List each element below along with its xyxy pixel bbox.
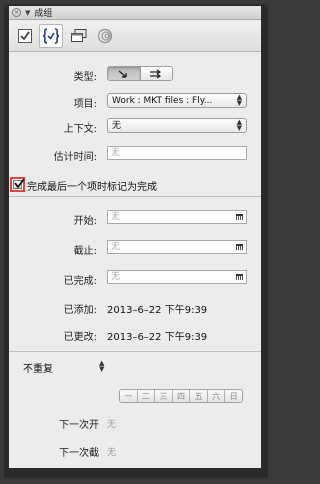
start-date-placeholder: 无: [111, 212, 121, 222]
weekday-wed[interactable]: 三: [154, 390, 172, 402]
spiral-tab[interactable]: [93, 24, 117, 48]
weekday-segmented-control[interactable]: 一 二 三 四 五 六 日: [119, 389, 243, 403]
next-due-value: 无: [107, 448, 117, 458]
completed-label: 已完成:: [63, 276, 97, 287]
calendar-icon[interactable]: [236, 274, 243, 280]
due-date-field[interactable]: 无: [107, 240, 247, 254]
next-start-value: 无: [107, 420, 117, 430]
inspector-toolbar: [9, 21, 261, 52]
checkbox-tab[interactable]: [13, 24, 37, 48]
disclosure-triangle-icon[interactable]: ▼: [25, 9, 30, 17]
modified-label: 已更改:: [63, 332, 97, 343]
sequential-arrows-icon: [118, 69, 127, 78]
due-date-placeholder: 无: [111, 242, 121, 252]
calendar-icon[interactable]: [236, 244, 243, 250]
weekday-sat[interactable]: 六: [206, 390, 225, 402]
project-value: Work : MKT files : Fly...: [112, 96, 213, 106]
weekday-mon[interactable]: 一: [120, 390, 137, 402]
completed-date-field[interactable]: 无: [107, 270, 247, 284]
start-label: 开始:: [73, 216, 97, 227]
completed-date-placeholder: 无: [111, 272, 121, 282]
context-label: 上下文:: [63, 124, 97, 135]
parallel-arrows-icon: [150, 69, 162, 78]
weekday-thu[interactable]: 四: [171, 390, 190, 402]
calendar-icon[interactable]: [236, 214, 243, 220]
added-value: 2013–6–22 下午9:39: [107, 305, 208, 316]
weekday-tue[interactable]: 二: [136, 390, 155, 402]
type-sequential-option[interactable]: [108, 67, 140, 80]
inspector-panel: × ▼ 成组 类型: 项目: Work: MKT files: Fly...…: [9, 6, 261, 468]
due-label: 截止:: [73, 246, 97, 257]
start-date-field[interactable]: 无: [107, 210, 247, 224]
title-bar: × ▼ 成组: [9, 6, 261, 20]
windows-tab[interactable]: [67, 24, 91, 48]
added-label: 已添加:: [63, 305, 97, 316]
close-icon[interactable]: ×: [12, 8, 21, 17]
complete-checkbox[interactable]: [13, 178, 25, 189]
next-due-label: 下一次截: [59, 448, 99, 459]
section-divider: [9, 196, 261, 197]
popup-arrows-icon: ▲ ▼: [99, 359, 105, 373]
repeat-value: 不重复: [23, 364, 53, 375]
type-segmented-control[interactable]: [107, 66, 173, 81]
complete-checkbox-label[interactable]: 完成最后一个项时标记为完成: [27, 178, 157, 193]
weekday-sun[interactable]: 日: [224, 390, 242, 402]
type-parallel-option[interactable]: [139, 67, 172, 80]
stacked-windows-icon: [71, 29, 87, 42]
type-label: 类型:: [73, 72, 97, 83]
context-popup[interactable]: 无 ▲ ▼: [107, 118, 247, 133]
project-popup[interactable]: Work : MKT files : Fly... ▲ ▼: [107, 93, 247, 108]
complete-checkbox-highlight: [10, 177, 25, 192]
estimate-field[interactable]: 无: [107, 146, 247, 160]
repeat-popup[interactable]: 不重复 ▲ ▼: [23, 359, 109, 376]
popup-arrows-icon: ▲ ▼: [236, 93, 242, 107]
popup-arrows-icon: ▲ ▼: [236, 118, 242, 132]
braces-tab[interactable]: [39, 24, 63, 48]
spiral-icon: [97, 28, 113, 44]
section-divider: [9, 351, 261, 352]
context-value: 无: [112, 121, 122, 131]
modified-value: 2013–6–22 下午9:39: [107, 332, 208, 343]
window-title: 成组: [34, 9, 53, 19]
checkmark-icon: [14, 178, 25, 189]
estimate-label: 估计时间:: [53, 152, 97, 163]
checkbox-icon: [18, 29, 32, 43]
weekday-fri[interactable]: 五: [189, 390, 207, 402]
next-start-label: 下一次开: [59, 420, 99, 431]
project-label: 项目:: [73, 99, 97, 110]
braces-check-icon: [42, 28, 60, 44]
